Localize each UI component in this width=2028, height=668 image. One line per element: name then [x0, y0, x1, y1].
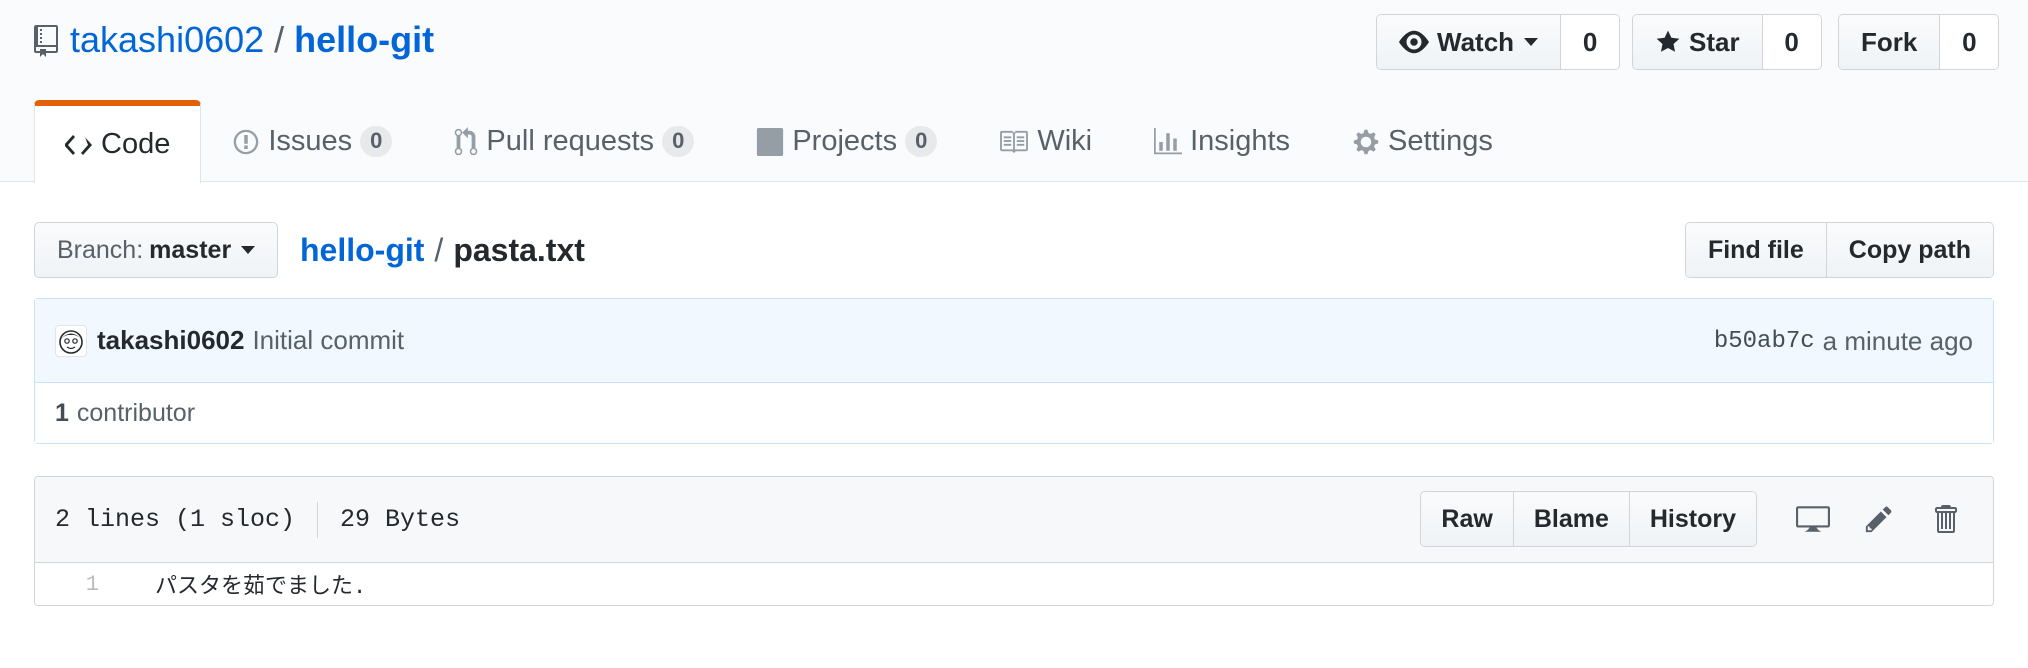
project-icon [757, 127, 784, 156]
file-size: 29 Bytes [340, 505, 461, 534]
contributor-count: 1 [55, 398, 69, 427]
star-button[interactable]: Star [1633, 15, 1763, 69]
star-label: Star [1689, 26, 1740, 57]
pull-requests-count-badge: 0 [662, 126, 695, 157]
file-view-buttons: Raw Blame History [1420, 491, 1757, 547]
commit-time: a minute ago [1822, 325, 1973, 356]
fork-count[interactable]: 0 [1940, 15, 1999, 69]
tab-label: Settings [1388, 125, 1493, 157]
contributors-row[interactable]: 1 contributor [35, 383, 1993, 443]
issue-icon [234, 129, 259, 154]
tab-label: Issues [268, 125, 353, 157]
projects-count-badge: 0 [905, 126, 938, 157]
graph-icon [1154, 127, 1183, 154]
pencil-icon [1865, 506, 1892, 533]
desktop-icon [1796, 506, 1830, 532]
book-icon [1000, 130, 1029, 153]
chevron-down-icon [1524, 38, 1539, 46]
branch-prefix: Branch: [57, 235, 144, 264]
tab-projects[interactable]: Projects 0 [725, 100, 968, 182]
repo-title: takashi0602 / hello-git [34, 18, 434, 62]
tab-label: Insights [1190, 125, 1291, 157]
copy-path-button[interactable]: Copy path [1825, 223, 1993, 277]
star-action: Star 0 [1632, 14, 1822, 70]
line-code: パスタを茹でました. [155, 575, 367, 600]
avatar[interactable] [55, 324, 87, 357]
tab-label: Pull requests [486, 125, 655, 157]
breadcrumb-separator: / [434, 231, 444, 268]
watch-count[interactable]: 0 [1561, 15, 1620, 69]
file-info: 2 lines (1 sloc) 29 Bytes [55, 501, 461, 538]
file-info-divider [317, 501, 319, 538]
breadcrumb: hello-git / pasta.txt [300, 222, 585, 278]
tab-settings[interactable]: Settings [1321, 100, 1524, 182]
watch-action: Watch 0 [1376, 14, 1621, 70]
fork-button[interactable]: Fork [1839, 15, 1941, 69]
commit-sha-link[interactable]: b50ab7c [1714, 328, 1815, 355]
avatar-face-icon [59, 329, 83, 354]
commit-meta: b50ab7c a minute ago [1714, 299, 1973, 383]
star-icon [1656, 30, 1680, 52]
edit-file-button[interactable] [1851, 491, 1907, 547]
repo-name-link[interactable]: hello-git [294, 19, 434, 61]
find-file-button[interactable]: Find file [1685, 223, 1826, 277]
trashcan-icon [1935, 505, 1957, 533]
issues-count-badge: 0 [360, 126, 393, 157]
file-header: 2 lines (1 sloc) 29 Bytes Raw Blame Hist… [35, 477, 1993, 563]
line-number[interactable]: 1 [35, 572, 115, 597]
pull-request-icon [455, 126, 478, 155]
file-lines-info: 2 lines (1 sloc) [55, 505, 296, 534]
watch-button[interactable]: Watch [1377, 15, 1562, 69]
repo-icon [34, 24, 58, 57]
tab-pull-requests[interactable]: Pull requests 0 [423, 100, 725, 182]
branch-select-button[interactable]: Branch: master [34, 222, 279, 278]
repo-nav: Code Issues 0 Pull requests 0 Projects 0… [34, 100, 1524, 183]
commit-author-link[interactable]: takashi0602 [97, 325, 244, 356]
contributor-label: contributor [76, 398, 196, 427]
breadcrumb-file: pasta.txt [453, 231, 585, 268]
code-line: 1 パスタを茹でました. [35, 563, 1993, 605]
open-desktop-button[interactable] [1785, 491, 1841, 547]
raw-button[interactable]: Raw [1421, 492, 1513, 546]
fork-action: Fork 0 [1838, 14, 2000, 70]
repo-owner-link[interactable]: takashi0602 [70, 19, 264, 61]
file-actions: Raw Blame History [1420, 491, 1973, 547]
branch-name: master [149, 235, 232, 264]
delete-file-button[interactable] [1917, 491, 1973, 547]
tab-code[interactable]: Code [34, 100, 202, 183]
tab-wiki[interactable]: Wiki [968, 100, 1123, 182]
fork-label: Fork [1861, 26, 1918, 57]
commit-message-link[interactable]: Initial commit [252, 325, 404, 356]
tab-insights[interactable]: Insights [1123, 100, 1321, 182]
commit-tease: takashi0602 Initial commit b50ab7c a min… [34, 298, 1994, 444]
code-icon [65, 134, 92, 155]
blame-button[interactable]: Blame [1512, 492, 1629, 546]
tab-label: Projects [792, 125, 898, 157]
tab-label: Wiki [1037, 125, 1093, 157]
tab-issues[interactable]: Issues 0 [201, 100, 423, 182]
eye-icon [1399, 30, 1429, 54]
chevron-down-icon [241, 246, 256, 254]
repo-header: takashi0602 / hello-git Watch 0 Star 0 F… [0, 0, 2028, 183]
star-count[interactable]: 0 [1762, 15, 1821, 69]
history-button[interactable]: History [1628, 492, 1756, 546]
file-navigation: Branch: master hello-git / pasta.txt Fin… [34, 222, 1994, 278]
watch-label: Watch [1437, 26, 1515, 57]
tab-label: Code [101, 128, 171, 160]
file-nav-actions: Find file Copy path [1684, 222, 1994, 278]
file-box: 2 lines (1 sloc) 29 Bytes Raw Blame Hist… [34, 476, 1994, 606]
gear-icon [1353, 129, 1379, 154]
repo-separator: / [274, 19, 285, 60]
latest-commit-row: takashi0602 Initial commit b50ab7c a min… [35, 299, 1993, 383]
breadcrumb-repo-link[interactable]: hello-git [300, 232, 424, 269]
